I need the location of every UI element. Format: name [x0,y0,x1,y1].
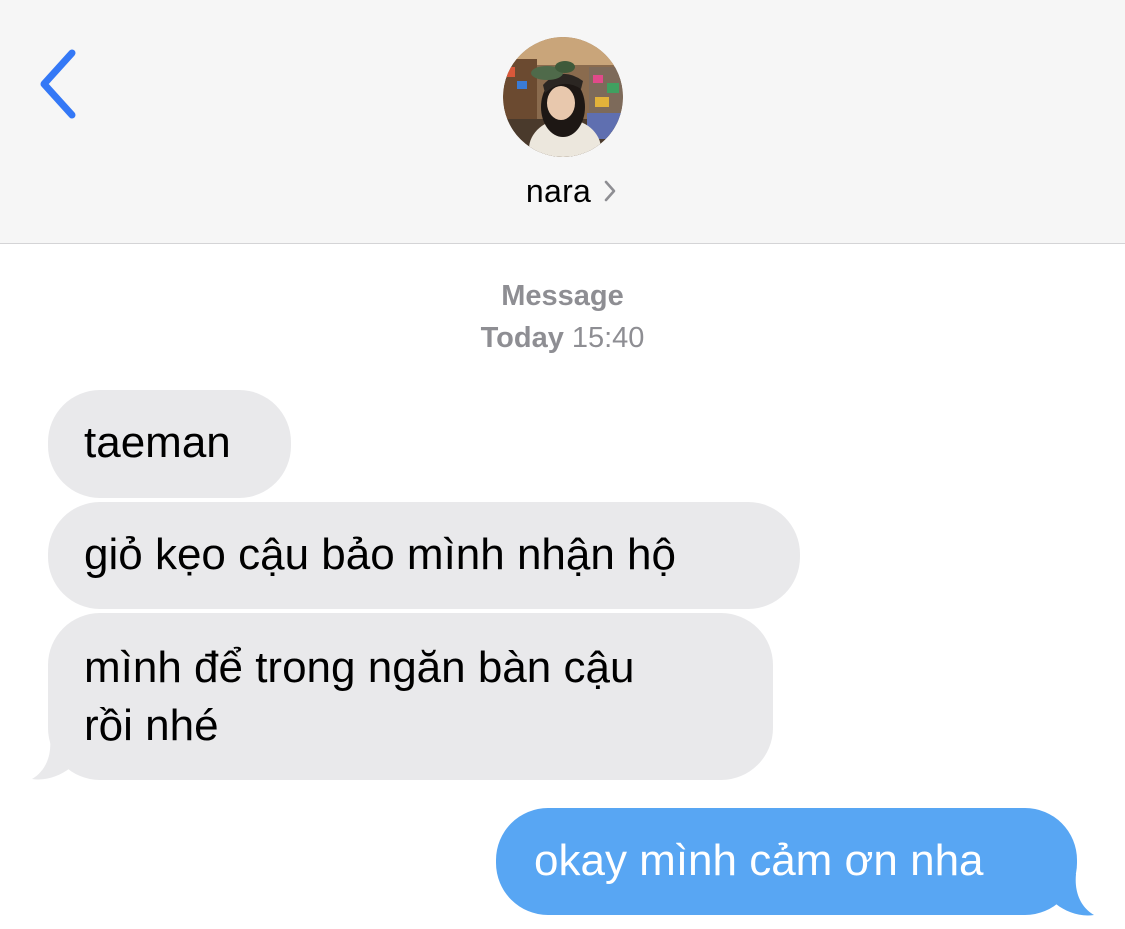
contact-avatar[interactable] [503,37,623,157]
message-text: taeman [84,418,231,467]
conversation-header: nara [0,0,1125,244]
incoming-message-bubble[interactable]: mình để trong ngăn bàn cậu rồi nhé [48,613,773,780]
incoming-bubble-tail [32,738,70,780]
outgoing-message-bubble[interactable]: okay mình cảm ơn nha [496,808,1077,915]
messages-screen: nara Message Today 15:40 taeman giỏ kẹo c… [0,0,1125,929]
timestamp-time: 15:40 [571,322,645,354]
service-label: Message [501,280,624,312]
incoming-message-bubble[interactable]: giỏ kẹo cậu bảo mình nhận hộ [48,502,800,609]
back-button[interactable] [26,42,90,126]
chevron-left-icon [40,49,76,119]
message-text: okay mình cảm ơn nha [534,836,984,885]
outgoing-bubble-tail [1056,874,1094,916]
chevron-right-icon [603,179,617,203]
message-text: giỏ kẹo cậu bảo mình nhận hộ [84,530,677,579]
message-text-line: rồi nhé [84,701,219,750]
avatar-photo [503,37,623,157]
contact-name: nara [525,172,592,209]
incoming-message-bubble[interactable]: taeman [48,390,291,498]
timestamp-day: Today [480,322,564,354]
message-timestamp: Today 15:40 [0,322,1125,355]
message-text-line: mình để trong ngăn bàn cậu [84,643,635,692]
contact-name-button[interactable]: nara [0,168,1125,214]
